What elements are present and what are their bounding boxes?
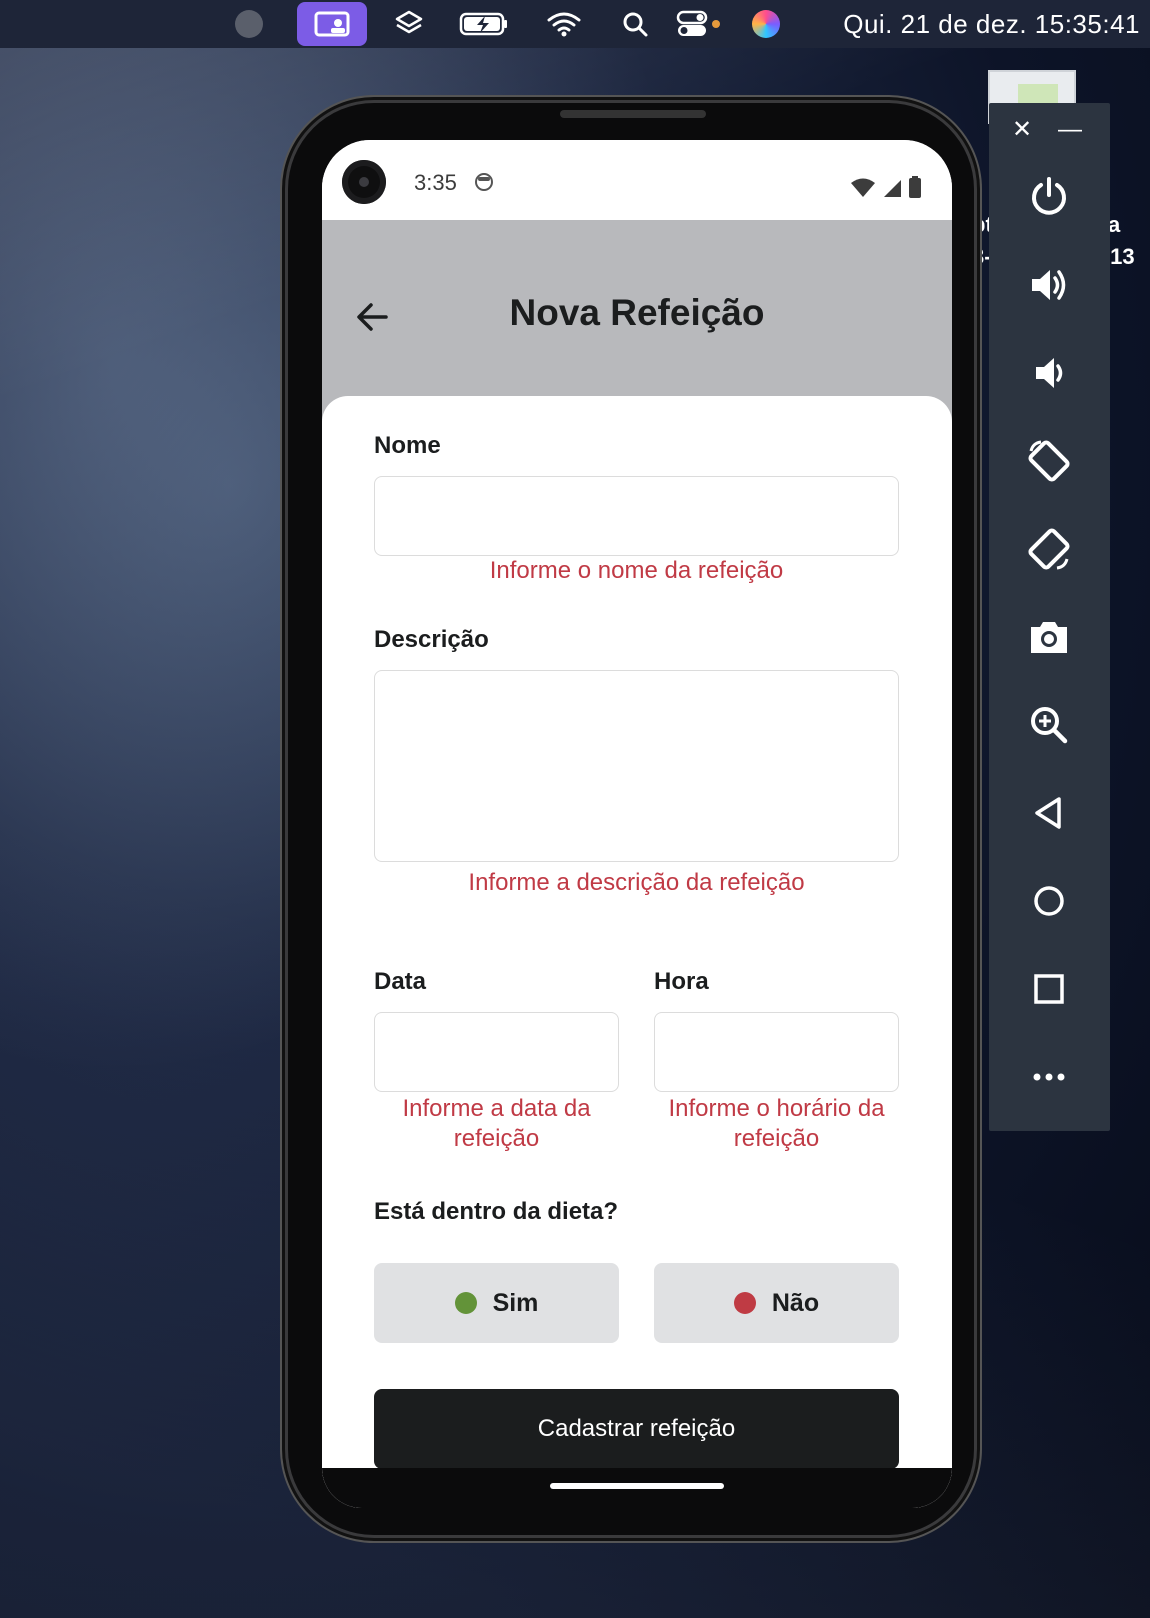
- page-title: Nova Refeição: [509, 292, 765, 333]
- diet-yes-label: Sim: [492, 1288, 539, 1317]
- time-error: Informe o horário da refeição: [668, 1095, 885, 1152]
- camera-icon[interactable]: [1019, 607, 1079, 667]
- name-label: Nome: [374, 432, 441, 459]
- record-dot-icon[interactable]: [235, 0, 263, 48]
- battery-icon: [909, 176, 921, 198]
- diet-yes-button[interactable]: Sim: [374, 1263, 619, 1343]
- close-icon[interactable]: ✕: [1009, 117, 1035, 143]
- date-label: Data: [374, 968, 427, 995]
- rotate-right-icon[interactable]: [1019, 519, 1079, 579]
- battery-charging-icon[interactable]: [458, 0, 510, 48]
- submit-meal-button[interactable]: Cadastrar refeição: [374, 1389, 899, 1469]
- status-icons: [850, 176, 922, 198]
- emulator-sidebar: ✕ —: [989, 103, 1110, 1131]
- time-input[interactable]: [654, 1012, 899, 1092]
- diet-no-button[interactable]: Não: [654, 1263, 899, 1343]
- time-label: Hora: [654, 968, 709, 995]
- description-label: Descrição: [374, 626, 489, 653]
- wifi-icon: [851, 178, 875, 197]
- home-indicator[interactable]: [550, 1483, 724, 1489]
- name-input[interactable]: [374, 476, 899, 556]
- status-time: 3:35: [414, 170, 457, 195]
- phone-screen: 3:35 Nova Refeição Nome Informe o nome d…: [322, 140, 952, 1508]
- search-icon[interactable]: [620, 0, 650, 48]
- control-center-icon[interactable]: [675, 0, 723, 48]
- name-error: Informe o nome da refeição: [489, 557, 784, 584]
- android-status-bar: 3:35: [322, 140, 952, 220]
- screen-share-icon[interactable]: [297, 0, 367, 48]
- home-icon[interactable]: [1019, 871, 1079, 931]
- overview-icon[interactable]: [1019, 959, 1079, 1019]
- rotate-left-icon[interactable]: [1019, 431, 1079, 491]
- layers-icon[interactable]: [392, 0, 426, 48]
- volume-up-icon[interactable]: [1019, 255, 1079, 315]
- minimize-icon[interactable]: —: [1057, 117, 1083, 143]
- emulator-sidebar-header: ✕ —: [989, 103, 1110, 153]
- power-icon[interactable]: [1019, 167, 1079, 227]
- front-camera: [342, 160, 386, 204]
- description-error: Informe a descrição da refeição: [468, 869, 805, 896]
- menubar-datetime[interactable]: Qui. 21 de dez. 15:35:41: [810, 0, 1140, 48]
- phone-speaker-grill: [560, 110, 706, 118]
- volume-down-icon[interactable]: [1019, 343, 1079, 403]
- signal-icon: [884, 180, 901, 197]
- zoom-icon[interactable]: [1019, 695, 1079, 755]
- green-dot-icon: [454, 1292, 477, 1314]
- notification-icon: [474, 172, 494, 192]
- date-error: Informe a data da refeição: [402, 1095, 591, 1152]
- more-icon[interactable]: [1019, 1047, 1079, 1107]
- date-input[interactable]: [374, 1012, 619, 1092]
- menubar: Qui. 21 de dez. 15:35:41: [0, 0, 1150, 48]
- siri-icon[interactable]: [750, 0, 782, 48]
- diet-question: Está dentro da dieta?: [374, 1198, 619, 1225]
- wifi-icon[interactable]: [546, 0, 582, 48]
- red-dot-icon: [733, 1292, 756, 1314]
- back-icon[interactable]: [1019, 783, 1079, 843]
- description-input[interactable]: [374, 670, 899, 862]
- diet-no-label: Não: [771, 1288, 820, 1317]
